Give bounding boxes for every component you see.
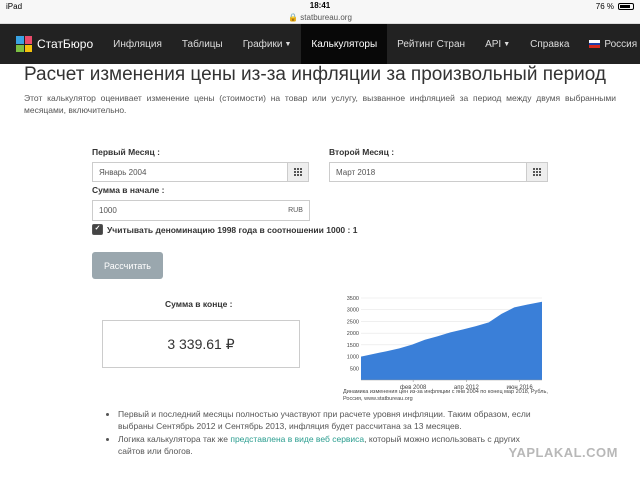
device-label: iPad (6, 1, 23, 11)
second-month-calendar-button[interactable] (526, 162, 548, 182)
chart-area-series (361, 301, 542, 380)
language-label: Россия (604, 38, 638, 50)
nav-item-tables[interactable]: Таблицы (172, 24, 233, 64)
address-bar[interactable]: 🔒 statbureau.org (0, 12, 640, 24)
first-month-input[interactable]: Январь 2004 (92, 162, 288, 182)
y-tick-label: 500 (350, 366, 359, 372)
y-tick-label: 3500 (347, 296, 359, 302)
nav-label: Рейтинг Стран (397, 38, 466, 50)
denomination-label: Учитывать деноминацию 1998 года в соотно… (107, 224, 358, 235)
start-sum-label: Сумма в начале : (92, 185, 165, 195)
status-bar: iPad 18:41 76 % (0, 0, 640, 12)
nav-item-calculators[interactable]: Калькуляторы (301, 24, 388, 64)
calendar-icon (293, 168, 303, 176)
second-month-input[interactable]: Март 2018 (329, 162, 527, 182)
notes-list: Первый и последний месяцы полностью учас… (104, 408, 548, 458)
calculate-button[interactable]: Рассчитать (92, 252, 163, 279)
result-label: Сумма в конце : (165, 299, 233, 309)
second-month-label: Второй Месяц : (329, 147, 395, 157)
nav-label: Калькуляторы (311, 38, 378, 50)
brand-name: СтатБюро (37, 37, 94, 51)
nav-item-api[interactable]: API ▼ (475, 24, 520, 64)
main-content: Расчет изменения цены из-за инфляции за … (0, 64, 640, 116)
clock: 18:41 (309, 1, 331, 10)
first-month-label: Первый Месяц : (92, 147, 160, 157)
caret-down-icon: ▼ (503, 40, 511, 48)
nav-item-inflation[interactable]: Инфляция (103, 24, 172, 64)
battery-icon (618, 2, 634, 10)
watermark: YAPLAKAL.COM (508, 445, 618, 460)
caret-down-icon: ▼ (284, 40, 292, 48)
calendar-icon (532, 168, 542, 176)
inflation-chart: 500 1000 1500 2000 2500 3000 3500 фев 2008 апр 2… (330, 294, 548, 391)
nav-label: Справка (530, 38, 570, 50)
chart-caption: Динамика изменения цен из-за инфляции с … (343, 389, 548, 402)
note-text: Логика калькулятора так же (118, 434, 231, 444)
note-item: Первый и последний месяцы полностью учас… (118, 408, 548, 432)
y-tick-label: 1000 (347, 355, 359, 361)
checkbox-checked-icon[interactable]: ✓ (92, 224, 103, 235)
page-description: Этот калькулятор оценивает изменение цен… (24, 93, 616, 115)
y-tick-label: 2500 (347, 319, 359, 325)
nav-label: Таблицы (181, 38, 223, 50)
main-navbar: СтатБюро Инфляция Таблицы Графики ▼ Кальк… (0, 24, 640, 64)
language-dropdown[interactable]: Россия▼ (579, 24, 640, 64)
result-value-box: 3 339.61 ₽ (102, 320, 300, 368)
note-item: Логика калькулятора так же представлена … (118, 433, 548, 457)
start-sum-input[interactable]: 1000 (92, 200, 283, 221)
nav-label: Графики (242, 38, 283, 50)
first-month-calendar-button[interactable] (287, 162, 309, 182)
page-title: Расчет изменения цены из-за инфляции за … (24, 64, 606, 85)
y-tick-label: 2000 (347, 331, 359, 337)
denomination-option[interactable]: ✓ Учитывать деноминацию 1998 года в соот… (92, 224, 357, 235)
chart-svg: 500100015002000250030003500фев 2008 апр 2… (347, 296, 542, 391)
nav-item-country-rating[interactable]: Рейтинг Стран (387, 24, 475, 64)
lock-icon: 🔒 (288, 13, 299, 22)
russia-flag-icon (589, 40, 601, 49)
nav-label: Инфляция (113, 38, 162, 50)
nav-label: API (485, 38, 502, 50)
battery-label: 76 % (595, 1, 614, 11)
nav-item-charts[interactable]: Графики ▼ (233, 24, 302, 64)
web-service-link[interactable]: представлена в виде веб сервиса (230, 434, 364, 444)
url-text: statbureau.org (300, 13, 352, 22)
nav-item-help[interactable]: Справка (520, 24, 579, 64)
y-tick-label: 1500 (347, 343, 359, 349)
y-tick-label: 3000 (347, 308, 359, 314)
currency-addon: RUB (282, 200, 310, 221)
status-right: 76 % (596, 2, 634, 11)
logo-icon (16, 36, 32, 52)
brand-link[interactable]: СтатБюро (0, 24, 103, 64)
